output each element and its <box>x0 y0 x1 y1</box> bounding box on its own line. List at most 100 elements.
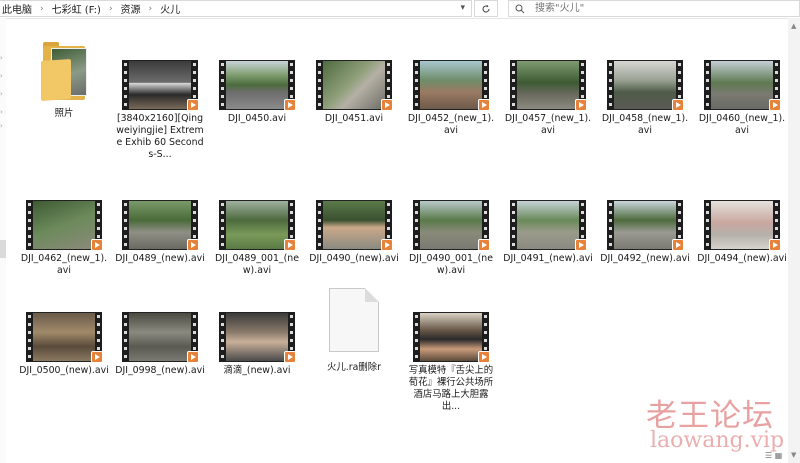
video-file-item[interactable]: DJI_0460_(new_1).avi <box>697 60 787 137</box>
video-thumbnail <box>413 312 490 363</box>
breadcrumb-separator-icon[interactable]: › <box>34 4 50 14</box>
play-icon <box>769 239 781 251</box>
video-file-item[interactable]: DJI_0462_(new_1).avi <box>19 200 109 277</box>
play-icon <box>91 239 103 251</box>
search-input[interactable] <box>533 2 777 15</box>
breadcrumb-current-folder[interactable]: 火儿 <box>158 1 182 16</box>
video-thumbnail <box>122 312 199 363</box>
search-box[interactable] <box>508 0 800 17</box>
video-thumbnail <box>316 60 393 111</box>
item-label: DJI_0462_(new_1).avi <box>20 253 108 276</box>
item-label: DJI_0490_(new).avi <box>309 253 399 264</box>
video-thumbnail <box>26 312 103 363</box>
video-file-item[interactable]: DJI_0490_001_(new).avi <box>406 200 496 277</box>
chevron-right-icon[interactable]: › <box>0 122 6 130</box>
blank-document-icon <box>329 288 379 352</box>
breadcrumb-drive[interactable]: 七彩虹 (F:) <box>50 1 103 16</box>
chevron-right-icon[interactable]: › <box>0 54 6 62</box>
video-file-item[interactable]: [3840x2160][Qingweiyingjie] Extreme Exhi… <box>115 60 205 161</box>
navigation-pane-edge[interactable]: › › › › › <box>0 18 6 463</box>
refresh-button[interactable] <box>474 0 498 17</box>
video-file-item[interactable]: DJI_0457_(new_1).avi <box>503 60 593 137</box>
scroll-up-icon[interactable]: ▲ <box>791 22 796 30</box>
video-thumbnail <box>219 60 296 111</box>
item-label: DJI_0452_(new_1).avi <box>407 113 495 136</box>
chevron-right-icon[interactable]: › <box>0 72 6 80</box>
video-thumbnail <box>607 60 684 111</box>
item-label: DJI_0494_(new).avi <box>697 253 787 264</box>
video-file-item[interactable]: DJI_0452_(new_1).avi <box>406 60 496 137</box>
video-file-item[interactable]: DJI_0491_(new).avi <box>503 200 593 265</box>
video-file-item[interactable]: DJI_0500_(new).avi <box>19 312 109 377</box>
play-icon <box>672 99 684 111</box>
video-thumbnail <box>26 200 103 251</box>
video-thumbnail <box>607 200 684 251</box>
video-file-item[interactable]: DJI_0489_(new).avi <box>115 200 205 265</box>
item-label: DJI_0491_(new).avi <box>503 253 593 264</box>
play-icon <box>575 99 587 111</box>
scroll-down-icon[interactable]: ▼ <box>791 451 796 459</box>
item-label: 照片 <box>54 108 74 119</box>
play-icon <box>478 99 490 111</box>
search-icon <box>515 4 525 13</box>
play-icon <box>575 239 587 251</box>
play-icon <box>284 351 296 363</box>
video-thumbnail <box>704 60 781 111</box>
item-label: DJI_0451.avi <box>324 113 384 124</box>
breadcrumb-resources[interactable]: 资源 <box>119 1 143 16</box>
play-icon <box>478 239 490 251</box>
play-icon <box>381 239 393 251</box>
breadcrumb-separator-icon[interactable]: › <box>103 4 119 14</box>
view-toggle-icons[interactable]: ☰ ▦ <box>765 451 782 460</box>
video-thumbnail <box>122 200 199 251</box>
play-icon <box>91 351 103 363</box>
item-label: 火儿.ra删除r <box>327 362 381 373</box>
item-label: DJI_0492_(new).avi <box>600 253 690 264</box>
vertical-scrollbar[interactable]: ▲ ▼ <box>788 18 800 463</box>
chevron-down-icon[interactable]: ▾ <box>460 3 465 13</box>
play-icon <box>284 99 296 111</box>
play-icon <box>769 99 781 111</box>
refresh-icon <box>482 4 490 12</box>
video-file-item[interactable]: DJI_0492_(new).avi <box>600 200 690 265</box>
watermark-url-text: laowang.vip <box>650 428 785 453</box>
address-toolbar: 此电脑 › 七彩虹 (F:) › 资源 › 火儿 ▾ <box>0 0 800 19</box>
play-icon <box>187 99 199 111</box>
video-file-item[interactable]: DJI_0458_(new_1).avi <box>600 60 690 137</box>
item-label: DJI_0460_(new_1).avi <box>698 113 786 136</box>
large-icons-view-icon[interactable]: ▦ <box>775 451 783 460</box>
breadcrumb-separator-icon[interactable]: › <box>143 4 159 14</box>
video-file-item[interactable]: DJI_0450.avi <box>212 60 302 125</box>
play-icon <box>284 239 296 251</box>
folder-item[interactable]: 照片 <box>19 40 109 120</box>
video-file-item[interactable]: DJI_0998_(new).avi <box>115 312 205 377</box>
item-label: DJI_0458_(new_1).avi <box>601 113 689 136</box>
item-label: DJI_0450.avi <box>227 113 287 124</box>
chevron-right-icon[interactable]: › <box>0 90 6 98</box>
video-file-item[interactable]: DJI_0489_001_(new).avi <box>212 200 302 277</box>
chevron-right-icon[interactable]: › <box>0 108 6 116</box>
item-label: DJI_0500_(new).avi <box>19 365 109 376</box>
document-file-item[interactable]: 火儿.ra删除r <box>309 288 399 374</box>
video-file-item[interactable]: DJI_0494_(new).avi <box>697 200 787 265</box>
breadcrumb-this-pc[interactable]: 此电脑 <box>0 1 34 16</box>
video-file-item[interactable]: 写真模特『舌尖上的荀花』裸行公共场所酒店马路上大胆露出... <box>406 312 496 413</box>
item-label: 滴滴_(new).avi <box>223 365 291 376</box>
item-label: DJI_0457_(new_1).avi <box>504 113 592 136</box>
video-file-item[interactable]: DJI_0490_(new).avi <box>309 200 399 265</box>
item-label: DJI_0489_(new).avi <box>115 253 205 264</box>
folder-icon <box>39 40 89 102</box>
item-label: DJI_0998_(new).avi <box>115 365 205 376</box>
address-bar[interactable]: 此电脑 › 七彩虹 (F:) › 资源 › 火儿 ▾ <box>0 0 472 17</box>
video-thumbnail <box>219 200 296 251</box>
item-label: DJI_0490_001_(new).avi <box>409 253 493 276</box>
details-view-icon[interactable]: ☰ <box>765 451 772 460</box>
video-thumbnail <box>510 200 587 251</box>
video-thumbnail <box>704 200 781 251</box>
navigation-scroll-thumb[interactable] <box>0 240 6 258</box>
video-file-item[interactable]: DJI_0451.avi <box>309 60 399 125</box>
video-file-item[interactable]: 滴滴_(new).avi <box>212 312 302 377</box>
play-icon <box>381 99 393 111</box>
video-thumbnail <box>219 312 296 363</box>
play-icon <box>187 239 199 251</box>
